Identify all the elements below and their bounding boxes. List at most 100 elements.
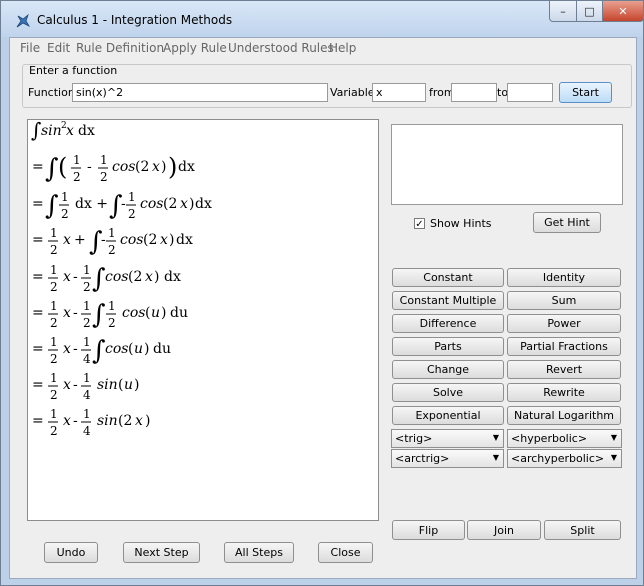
rule-natural-logarithm-button[interactable]: Natural Logarithm xyxy=(507,406,621,425)
math-term: x xyxy=(63,341,71,357)
math-term: (2 xyxy=(118,413,132,429)
chevron-down-icon: ▼ xyxy=(492,453,499,462)
equals-sign: = xyxy=(32,232,44,248)
math-term: x xyxy=(63,377,71,393)
math-term: 2 xyxy=(108,243,116,257)
math-term: 2 xyxy=(50,352,58,366)
math-term: - xyxy=(121,196,126,212)
equals-sign: = xyxy=(32,377,44,393)
variable-label: Variable xyxy=(330,86,375,99)
math-term: 2 xyxy=(50,243,58,257)
menu-file[interactable]: File xyxy=(20,41,40,55)
math-term: 1 xyxy=(128,190,136,204)
next-step-button[interactable]: Next Step xyxy=(123,542,200,563)
math-term: ( xyxy=(58,153,67,181)
math-term: - xyxy=(73,305,78,321)
math-term: - xyxy=(87,159,92,175)
math-term: ) xyxy=(144,341,149,357)
variable-input[interactable] xyxy=(372,83,426,102)
math-term: ) xyxy=(189,196,194,212)
math-term: 4 xyxy=(83,388,91,402)
app-logo-icon xyxy=(16,13,31,28)
join-button[interactable]: Join xyxy=(467,520,541,540)
to-input[interactable] xyxy=(507,83,553,102)
math-term: 1 xyxy=(50,263,58,277)
math-term: 1 xyxy=(73,153,81,167)
rule-parts-button[interactable]: Parts xyxy=(392,337,504,356)
rule-power-button[interactable]: Power xyxy=(507,314,621,333)
integral-sign: ∫ xyxy=(45,191,59,221)
math-term: 1 xyxy=(108,226,116,240)
from-input[interactable] xyxy=(451,83,497,102)
archyperbolic-dropdown-value: <archyperbolic> xyxy=(511,452,605,465)
math-term: 1 xyxy=(61,190,69,204)
math-term: 2 xyxy=(128,207,136,221)
function-input[interactable] xyxy=(72,83,328,102)
math-term: - xyxy=(73,269,78,285)
arctrig-dropdown-value: <arctrig> xyxy=(395,452,450,465)
rule-constant-multiple-button[interactable]: Constant Multiple xyxy=(392,291,504,310)
rule-partial-fractions-button[interactable]: Partial Fractions xyxy=(507,337,621,356)
rule-constant-button[interactable]: Constant xyxy=(392,268,504,287)
math-term: ) xyxy=(154,269,159,285)
math-term: 4 xyxy=(83,352,91,366)
rule-solve-button[interactable]: Solve xyxy=(392,383,504,402)
menu-apply-rule[interactable]: Apply Rule xyxy=(163,41,227,55)
chevron-down-icon: ▼ xyxy=(610,453,617,462)
math-term: dx xyxy=(176,232,193,248)
rule-change-button[interactable]: Change xyxy=(392,360,504,379)
trig-dropdown[interactable]: <trig> ▼ xyxy=(391,429,504,448)
rule-sum-button[interactable]: Sum xyxy=(507,291,621,310)
undo-button[interactable]: Undo xyxy=(44,542,98,563)
close-icon: ✕ xyxy=(618,4,628,18)
rule-identity-button[interactable]: Identity xyxy=(507,268,621,287)
close-window-button[interactable]: ✕ xyxy=(602,1,644,22)
math-term: cos xyxy=(120,232,143,248)
math-term: x xyxy=(180,196,188,212)
menu-edit[interactable]: Edit xyxy=(47,41,70,55)
math-term: 2 xyxy=(108,316,116,330)
math-term: x xyxy=(63,269,71,285)
maximize-button[interactable]: □ xyxy=(576,1,603,22)
math-term: x xyxy=(135,413,143,429)
rule-difference-button[interactable]: Difference xyxy=(392,314,504,333)
math-term: sin xyxy=(97,377,118,393)
math-term: u xyxy=(151,305,160,321)
math-term: dx xyxy=(78,123,95,139)
show-hints-label: Show Hints xyxy=(430,217,492,230)
all-steps-button[interactable]: All Steps xyxy=(224,542,294,563)
arctrig-dropdown[interactable]: <arctrig> ▼ xyxy=(391,449,504,468)
math-term: 2 xyxy=(50,280,58,294)
flip-button[interactable]: Flip xyxy=(392,520,465,540)
rule-exponential-button[interactable]: Exponential xyxy=(392,406,504,425)
get-hint-button[interactable]: Get Hint xyxy=(533,212,601,233)
minimize-button[interactable]: – xyxy=(549,1,577,22)
split-button[interactable]: Split xyxy=(544,520,621,540)
math-term: 1 xyxy=(83,371,91,385)
group-title: Enter a function xyxy=(29,64,118,77)
rule-revert-button[interactable]: Revert xyxy=(507,360,621,379)
close-button[interactable]: Close xyxy=(318,542,373,563)
show-hints-checkbox[interactable]: ✓ xyxy=(414,218,425,230)
hyperbolic-dropdown[interactable]: <hyperbolic> ▼ xyxy=(507,429,622,448)
menu-help[interactable]: Help xyxy=(329,41,356,55)
start-button[interactable]: Start xyxy=(559,82,612,103)
menu-rule-definition[interactable]: Rule Definition xyxy=(76,41,164,55)
math-term: x xyxy=(160,232,168,248)
math-term: 2 xyxy=(61,207,69,221)
math-term: x xyxy=(63,232,71,248)
rule-rewrite-button[interactable]: Rewrite xyxy=(507,383,621,402)
menu-bar: File Edit Rule Definition Apply Rule Und… xyxy=(10,38,636,58)
math-term: 1 xyxy=(83,335,91,349)
math-term: cos xyxy=(112,159,135,175)
math-term: 2 xyxy=(100,170,108,184)
math-term: du xyxy=(170,305,188,321)
archyperbolic-dropdown[interactable]: <archyperbolic> ▼ xyxy=(507,449,622,468)
equals-sign: = xyxy=(32,196,44,212)
math-term: x xyxy=(63,305,71,321)
equals-sign: = xyxy=(32,341,44,357)
math-term: (2 xyxy=(163,196,177,212)
menu-understood-rules[interactable]: Understood Rules xyxy=(228,41,334,55)
math-term: sin xyxy=(41,123,62,139)
math-term: 1 xyxy=(50,371,58,385)
